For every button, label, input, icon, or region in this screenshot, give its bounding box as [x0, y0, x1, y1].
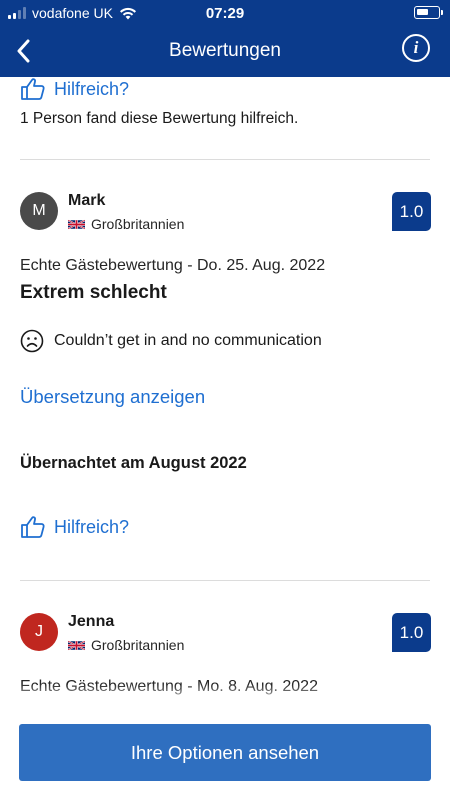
review-card: M Mark Großbritannien 1.0 Echte Gästebew… [0, 192, 450, 552]
country-label: Großbritannien [91, 216, 185, 232]
thumbs-up-icon [21, 516, 45, 538]
reviewer-name: Mark [68, 192, 106, 209]
helpful-button[interactable]: Hilfreich? [20, 515, 129, 539]
avatar: J [20, 613, 58, 651]
country-label: Großbritannien [91, 637, 185, 653]
review-title: Extrem schlecht [20, 282, 167, 303]
avatar-initial: M [32, 202, 46, 219]
battery-fill [417, 9, 428, 15]
comment-text: Couldn’t get in and no communication [54, 332, 322, 349]
thumbs-up-icon [21, 78, 45, 100]
review-score-badge: 1.0 [392, 192, 431, 231]
helpful-label: Hilfreich? [54, 78, 130, 99]
info-button[interactable]: i [402, 34, 430, 62]
bottom-action-bar: Ihre Optionen ansehen [0, 704, 450, 800]
divider [20, 159, 430, 160]
divider [20, 580, 430, 581]
avatar: M [20, 192, 58, 230]
review-comment: Couldn’t get in and no communication [20, 329, 322, 353]
uk-flag-icon [68, 218, 85, 230]
status-bar: vodafone UK 07:29 [0, 0, 450, 26]
reviews-list[interactable]: Hilfreich? 1 Person fand diese Bewertung… [0, 77, 450, 697]
reviewer-country: Großbritannien [68, 216, 184, 232]
page-title: Bewertungen [169, 40, 281, 61]
view-options-button[interactable]: Ihre Optionen ansehen [19, 724, 431, 781]
frown-icon [20, 329, 44, 353]
review-score-badge: 1.0 [392, 613, 431, 652]
show-translation-link[interactable]: Übersetzung anzeigen [20, 386, 205, 408]
info-icon: i [413, 38, 419, 57]
top-bar: vodafone UK 07:29 Bewertungen i [0, 0, 450, 77]
avatar-initial: J [35, 623, 43, 640]
review-date: Echte Gästebewertung - Do. 25. Aug. 2022 [20, 257, 326, 274]
helpful-button[interactable]: Hilfreich? [20, 77, 129, 101]
helpful-label: Hilfreich? [54, 516, 130, 537]
stayed-date: Übernachtet am August 2022 [20, 454, 247, 472]
battery-icon [414, 6, 443, 19]
helpful-count-text: 1 Person fand diese Bewertung hilfreich. [20, 110, 299, 127]
nav-bar: Bewertungen i [0, 28, 450, 74]
bottom-fade [0, 684, 450, 706]
status-time: 07:29 [205, 5, 245, 22]
reviewer-name: Jenna [68, 613, 115, 630]
reviewer-country: Großbritannien [68, 637, 184, 653]
uk-flag-icon [68, 639, 85, 651]
